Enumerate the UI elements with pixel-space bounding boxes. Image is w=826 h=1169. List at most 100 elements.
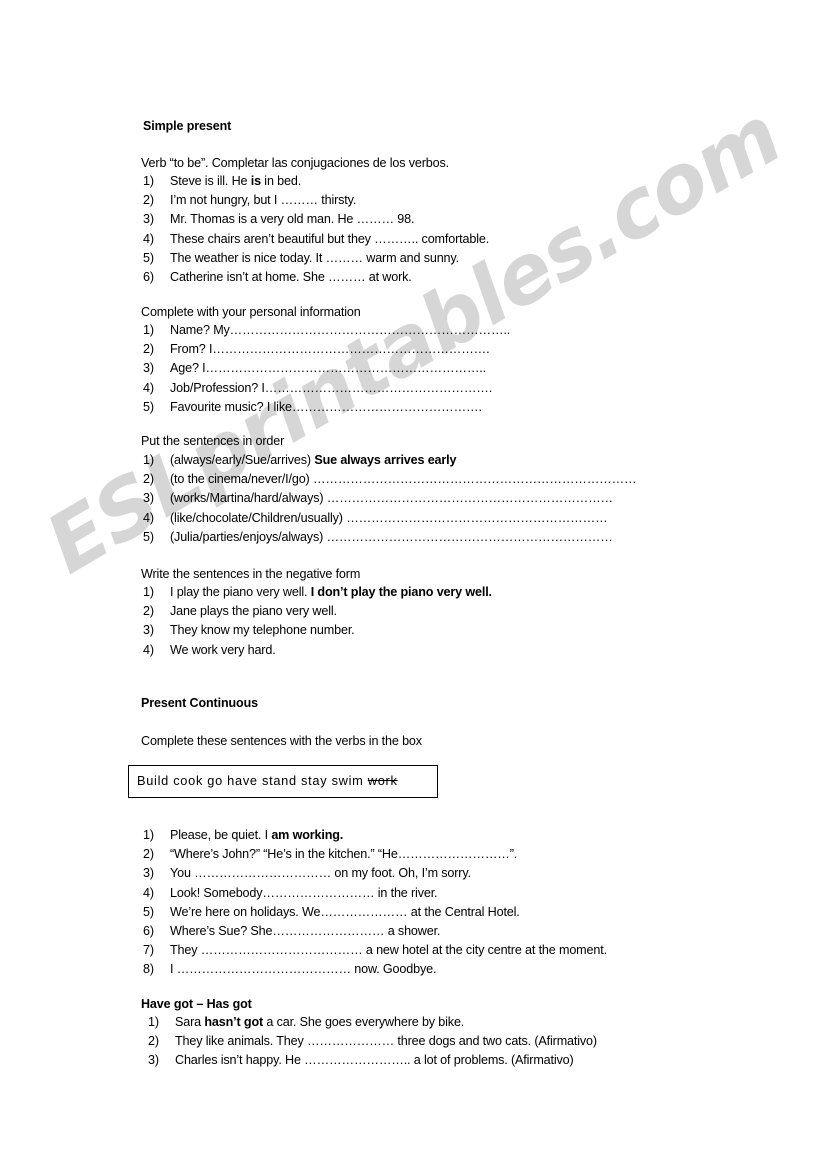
- exercise-item-text: (Julia/parties/enjoys/always) ……………………………: [170, 529, 613, 544]
- exercise-item-text: (always/early/Sue/arrives): [170, 453, 315, 467]
- exercise-item-text: We work very hard.: [170, 642, 276, 657]
- list-present-continuous: 1) Please, be quiet. I am working. 2) “Wher…: [143, 826, 607, 980]
- exercise-item-number: 6): [143, 270, 154, 285]
- exercise-item-text: You …………………………… on my foot. Oh, I’m sorr…: [170, 866, 471, 881]
- exercise-item-number: 3): [143, 361, 154, 376]
- exercise-item-answer: I don’t play the piano very well.: [310, 585, 492, 599]
- exercise-item-number: 8): [143, 962, 154, 977]
- exercise-item: 3) (works/Martina/hard/always) ……………………………: [143, 489, 637, 508]
- exercise-item-text: I …………………………………… now. Goodbye.: [170, 962, 437, 977]
- exercise-item-number: 2): [143, 193, 154, 208]
- exercise-item-number: 4): [143, 231, 154, 246]
- exercise-item-number: 1): [143, 453, 154, 467]
- worksheet-page: ESLprintables.com Simple present Verb “t…: [0, 0, 826, 1169]
- exercise-item: 4) (like/chocolate/Children/usually) ……………: [143, 509, 637, 528]
- exercise-item-number: 4): [143, 642, 154, 657]
- exercise-item-number: 7): [143, 943, 154, 958]
- exercise-item-number: 5): [143, 904, 154, 919]
- exercise-item: 1) (always/early/Sue/arrives) Sue always …: [143, 451, 637, 470]
- instruction-personal-information: Complete with your personal information: [141, 305, 361, 319]
- exercise-item-text: Mr. Thomas is a very old man. He ……… 98.: [170, 212, 415, 227]
- exercise-item-text: Catherine isn’t at home. She ……… at work…: [170, 270, 412, 285]
- exercise-item-text: Where’s Sue? She……………………… a shower.: [170, 924, 441, 939]
- exercise-item-number: 3): [143, 866, 154, 881]
- exercise-item-text: The weather is nice today. It ……… warm a…: [170, 250, 459, 265]
- exercise-item: 3) They know my telephone number.: [143, 621, 492, 640]
- exercise-item-number: 3): [143, 623, 154, 638]
- instruction-present-continuous: Complete these sentences with the verbs …: [141, 734, 422, 748]
- exercise-item-number: 6): [143, 924, 154, 939]
- exercise-item-text: (to the cinema/never/I/go) ……………………………………: [170, 472, 637, 487]
- verb-bank-struck-work: work: [367, 773, 398, 788]
- exercise-item-number: 3): [143, 212, 154, 227]
- exercise-item-number: 2): [143, 472, 154, 487]
- exercise-item: 2) “Where’s John?” “He’s in the kitchen.”…: [143, 845, 607, 864]
- exercise-item: 6) Catherine isn’t at home. She ……… at wo…: [143, 268, 489, 287]
- exercise-item-text: (like/chocolate/Children/usually) …………………: [170, 510, 608, 525]
- exercise-item-answer: hasn’t got: [204, 1015, 264, 1029]
- exercise-item-number: 5): [143, 250, 154, 265]
- exercise-item: 3) Charles isn’t happy. He …………………….. a l…: [148, 1051, 597, 1070]
- exercise-item: 2) Jane plays the piano very well.: [143, 602, 492, 621]
- exercise-item: 5) We’re here on holidays. We………………… at t…: [143, 903, 607, 922]
- exercise-item-number: 2): [148, 1034, 159, 1049]
- exercise-item-number: 1): [148, 1015, 159, 1029]
- exercise-item-text: “Where’s John?” “He’s in the kitchen.” “…: [170, 847, 518, 862]
- exercise-item-text-tail: in bed.: [260, 174, 302, 188]
- exercise-item-number: 5): [143, 529, 154, 544]
- instruction-simple-present: Verb “to be”. Completar las conjugacione…: [141, 156, 450, 170]
- exercise-item: 1) I play the piano very well. I don’t pl…: [143, 583, 492, 602]
- exercise-item-number: 3): [148, 1053, 159, 1068]
- heading-simple-present: Simple present: [143, 119, 232, 133]
- exercise-item: 4) Look! Somebody……………………… in the river.: [143, 884, 607, 903]
- list-personal-information: 1) Name? My………………………………………………………….. 2) From…: [143, 321, 510, 417]
- exercise-item-text: Charles isn’t happy. He …………………….. a lot…: [175, 1053, 574, 1068]
- exercise-item-answer: Sue always arrives early: [314, 453, 457, 467]
- exercise-item: 1) Please, be quiet. I am working.: [143, 826, 607, 845]
- exercise-item-number: 4): [143, 380, 154, 395]
- exercise-item: 6) Where’s Sue? She……………………… a shower.: [143, 922, 607, 941]
- exercise-item: 1) Name? My…………………………………………………………..: [143, 321, 510, 340]
- exercise-item-text: Steve is ill. He: [170, 174, 251, 188]
- exercise-item-text: Look! Somebody……………………… in the river.: [170, 885, 438, 900]
- exercise-item-text: I play the piano very well.: [170, 585, 311, 599]
- exercise-item: 2) From? I………………………………………………………….: [143, 340, 510, 359]
- exercise-item: 1) Steve is ill. He is in bed.: [143, 172, 489, 191]
- exercise-item: 5) (Julia/parties/enjoys/always) ………………………: [143, 528, 637, 547]
- exercise-item-text: They know my telephone number.: [170, 623, 355, 638]
- heading-have-got: Have got – Has got: [141, 997, 252, 1011]
- exercise-item-text: They like animals. They ………………… three do…: [175, 1034, 597, 1049]
- exercise-item-text: From? I………………………………………………………….: [170, 342, 490, 357]
- exercise-item: 2) I’m not hungry, but I ……… thirsty.: [143, 191, 489, 210]
- exercise-item: 1) Sara hasn’t got a car. She goes everyw…: [148, 1013, 597, 1032]
- exercise-item-text: Favourite music? I like……………………………………….: [170, 399, 482, 414]
- exercise-item-text: We’re here on holidays. We………………… at the…: [170, 904, 520, 919]
- exercise-item-number: 2): [143, 847, 154, 862]
- exercise-item: 4) Job/Profession? I……………………………………………….: [143, 379, 510, 398]
- exercise-item-number: 3): [143, 491, 154, 506]
- exercise-item-text: Job/Profession? I……………………………………………….: [170, 380, 493, 395]
- exercise-item-number: 2): [143, 604, 154, 619]
- exercise-item-number: 1): [143, 585, 154, 599]
- exercise-item-text: They ………………………………… a new hotel at the ci…: [170, 943, 607, 958]
- exercise-item: 3) Age? I…………………………………………………………..: [143, 359, 510, 378]
- exercise-item: 3) Mr. Thomas is a very old man. He ……… 9…: [143, 210, 489, 229]
- exercise-item: 2) (to the cinema/never/I/go) ………………………………: [143, 470, 637, 489]
- exercise-item: 2) They like animals. They ………………… three …: [148, 1032, 597, 1051]
- exercise-item-text: Age? I…………………………………………………………..: [170, 361, 486, 376]
- exercise-item-answer: am working.: [271, 828, 344, 842]
- exercise-item-answer: is: [250, 174, 261, 188]
- list-simple-present: 1) Steve is ill. He is in bed. 2) I’m not h…: [143, 172, 489, 287]
- exercise-item-number: 4): [143, 510, 154, 525]
- exercise-item: 4) These chairs aren’t beautiful but they…: [143, 230, 489, 249]
- exercise-item-text: I’m not hungry, but I ……… thirsty.: [170, 193, 357, 208]
- list-sentence-order: 1) (always/early/Sue/arrives) Sue always …: [143, 451, 637, 547]
- exercise-item: 7) They ………………………………… a new hotel at the …: [143, 941, 607, 960]
- exercise-item-number: 1): [143, 828, 154, 842]
- exercise-item-number: 5): [143, 399, 154, 414]
- exercise-item-text: Please, be quiet. I: [170, 828, 272, 842]
- exercise-item: 5) The weather is nice today. It ……… warm…: [143, 249, 489, 268]
- exercise-item-number: 2): [143, 342, 154, 357]
- exercise-item-text: Sara: [175, 1015, 205, 1029]
- list-negative-form: 1) I play the piano very well. I don’t pl…: [143, 583, 492, 660]
